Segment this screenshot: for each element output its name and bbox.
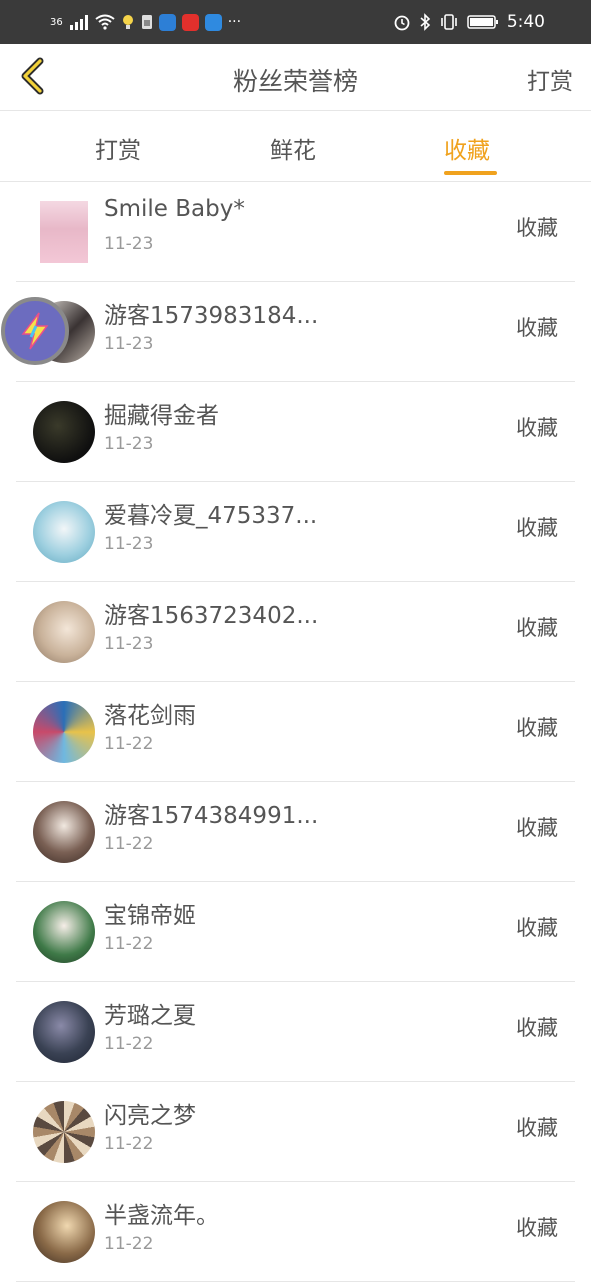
list-item[interactable]: 芳璐之夏 11-22 收藏 bbox=[0, 982, 591, 1082]
signal-label: 36 bbox=[50, 16, 63, 28]
fan-date: 11-22 bbox=[104, 734, 154, 754]
list-item[interactable]: Smile Baby* 11-23 收藏 bbox=[0, 182, 591, 282]
fan-date: 11-22 bbox=[104, 1034, 154, 1054]
favorite-label: 收藏 bbox=[516, 916, 558, 940]
fan-name: 芳璐之夏 bbox=[104, 1003, 196, 1029]
fan-name: 落花剑雨 bbox=[104, 703, 196, 729]
fan-date: 11-22 bbox=[104, 934, 154, 954]
fan-date: 11-23 bbox=[104, 434, 154, 454]
header-bar: 粉丝荣誉榜 打赏 bbox=[0, 44, 591, 111]
header-reward-button[interactable]: 打赏 bbox=[527, 62, 573, 96]
fan-name: 掘藏得金者 bbox=[104, 403, 219, 429]
tab-reward[interactable]: 打赏 bbox=[95, 131, 141, 165]
tab-bar: 打赏 鲜花 收藏 bbox=[0, 111, 591, 182]
status-bar: 36 ··· 5:40 bbox=[0, 0, 591, 44]
favorite-label: 收藏 bbox=[516, 616, 558, 640]
avatar bbox=[33, 1001, 95, 1063]
wifi-icon bbox=[95, 14, 115, 30]
list-item[interactable]: 游客1574384991... 11-22 收藏 bbox=[0, 782, 591, 882]
floating-assistant-button[interactable] bbox=[1, 297, 69, 365]
list-item[interactable]: 闪亮之梦 11-22 收藏 bbox=[0, 1082, 591, 1182]
favorite-label: 收藏 bbox=[516, 1116, 558, 1140]
list-item[interactable]: 半盏流年。 11-22 收藏 bbox=[0, 1182, 591, 1282]
favorite-label: 收藏 bbox=[516, 216, 558, 240]
list-item[interactable]: 落花剑雨 11-22 收藏 bbox=[0, 682, 591, 782]
fan-date: 11-22 bbox=[104, 834, 154, 854]
more-indicator: ··· bbox=[227, 14, 242, 30]
battery-icon bbox=[467, 15, 498, 29]
list-item[interactable]: 游客1563723402... 11-23 收藏 bbox=[0, 582, 591, 682]
active-tab-indicator bbox=[444, 171, 497, 175]
fan-name: 游客1573983184... bbox=[104, 303, 319, 329]
tab-favorites[interactable]: 收藏 bbox=[444, 131, 490, 165]
list-item[interactable]: 游客1573983184... 11-23 收藏 bbox=[0, 282, 591, 382]
s-app-icon bbox=[181, 13, 199, 31]
lightning-icon bbox=[21, 312, 49, 350]
status-time: 5:40 bbox=[506, 12, 545, 32]
avatar bbox=[40, 201, 88, 263]
vibrate-icon bbox=[441, 14, 457, 30]
sim-icon bbox=[141, 15, 152, 29]
fan-date: 11-23 bbox=[104, 534, 154, 554]
q-app-icon bbox=[204, 13, 222, 31]
fan-name: 爱暮冷夏_475337... bbox=[104, 503, 318, 529]
avatar bbox=[33, 401, 95, 463]
fan-name: 游客1563723402... bbox=[104, 603, 319, 629]
list-item[interactable]: 掘藏得金者 11-23 收藏 bbox=[0, 382, 591, 482]
alarm-icon bbox=[394, 15, 410, 31]
favorite-label: 收藏 bbox=[516, 316, 558, 340]
favorite-label: 收藏 bbox=[516, 816, 558, 840]
fan-date: 11-22 bbox=[104, 1134, 154, 1154]
avatar bbox=[33, 801, 95, 863]
k-app-icon bbox=[158, 13, 176, 31]
avatar bbox=[33, 601, 95, 663]
fan-date: 11-23 bbox=[104, 634, 154, 654]
avatar bbox=[33, 501, 95, 563]
bluetooth-icon bbox=[420, 13, 430, 31]
fan-name: 闪亮之梦 bbox=[104, 1103, 196, 1129]
favorite-label: 收藏 bbox=[516, 1216, 558, 1240]
list-item[interactable]: 宝锦帝姬 11-22 收藏 bbox=[0, 882, 591, 982]
favorite-label: 收藏 bbox=[516, 516, 558, 540]
favorite-label: 收藏 bbox=[516, 416, 558, 440]
fan-name: 半盏流年。 bbox=[104, 1203, 219, 1229]
status-bar-right: 5:40 bbox=[393, 10, 545, 34]
bulb-icon bbox=[122, 15, 133, 29]
tab-flowers[interactable]: 鲜花 bbox=[270, 131, 316, 165]
favorite-label: 收藏 bbox=[516, 1016, 558, 1040]
fan-name: Smile Baby* bbox=[104, 196, 245, 222]
fan-name: 游客1574384991... bbox=[104, 803, 319, 829]
fan-date: 11-23 bbox=[104, 334, 154, 354]
fan-list: Smile Baby* 11-23 收藏 游客1573983184... 11-… bbox=[0, 182, 591, 1282]
avatar bbox=[33, 701, 95, 763]
fan-name: 宝锦帝姬 bbox=[104, 903, 196, 929]
signal-icon bbox=[69, 15, 88, 30]
fan-date: 11-23 bbox=[104, 234, 154, 254]
avatar bbox=[33, 1101, 95, 1163]
status-bar-left: 36 ··· bbox=[50, 10, 241, 34]
favorite-label: 收藏 bbox=[516, 716, 558, 740]
list-item[interactable]: 爱暮冷夏_475337... 11-23 收藏 bbox=[0, 482, 591, 582]
avatar bbox=[33, 901, 95, 963]
avatar bbox=[33, 1201, 95, 1263]
fan-date: 11-22 bbox=[104, 1234, 154, 1254]
page-title: 粉丝荣誉榜 bbox=[232, 67, 358, 96]
